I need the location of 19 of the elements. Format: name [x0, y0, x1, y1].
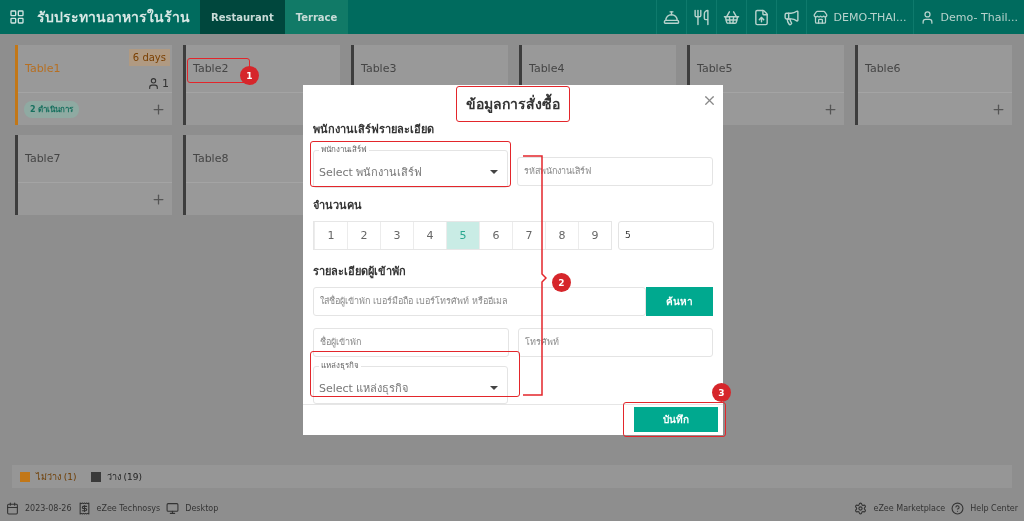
table-name: Table8: [193, 152, 229, 165]
table-name: Table3: [361, 62, 397, 75]
table-name: Table7: [25, 152, 61, 165]
duration-badge: 6 days: [128, 49, 170, 66]
company-text: eZee Technosys: [96, 504, 161, 513]
guest-count: 1: [162, 77, 169, 90]
table-name: Table4: [529, 62, 565, 75]
table-name: Table1: [25, 62, 61, 75]
date-text: 2023-08-26: [25, 504, 72, 513]
device-text: Desktop: [185, 504, 219, 513]
legend-label: ไม่ว่าง (1): [36, 470, 77, 484]
legend-label: ว่าง (19): [106, 470, 142, 484]
table-name: Table2: [193, 62, 229, 75]
table-name: Table5: [697, 62, 733, 75]
table-name: Table6: [865, 62, 901, 75]
app-title: รับประทานอาหารในร้าน: [37, 7, 190, 27]
dialog-title: ข้อมูลการสั่งซื้อ: [466, 93, 560, 113]
status-badge: 2 ดำเนินการ: [24, 100, 80, 118]
section-heading: รายละเอียดผู้เข้าพัก: [313, 263, 407, 280]
